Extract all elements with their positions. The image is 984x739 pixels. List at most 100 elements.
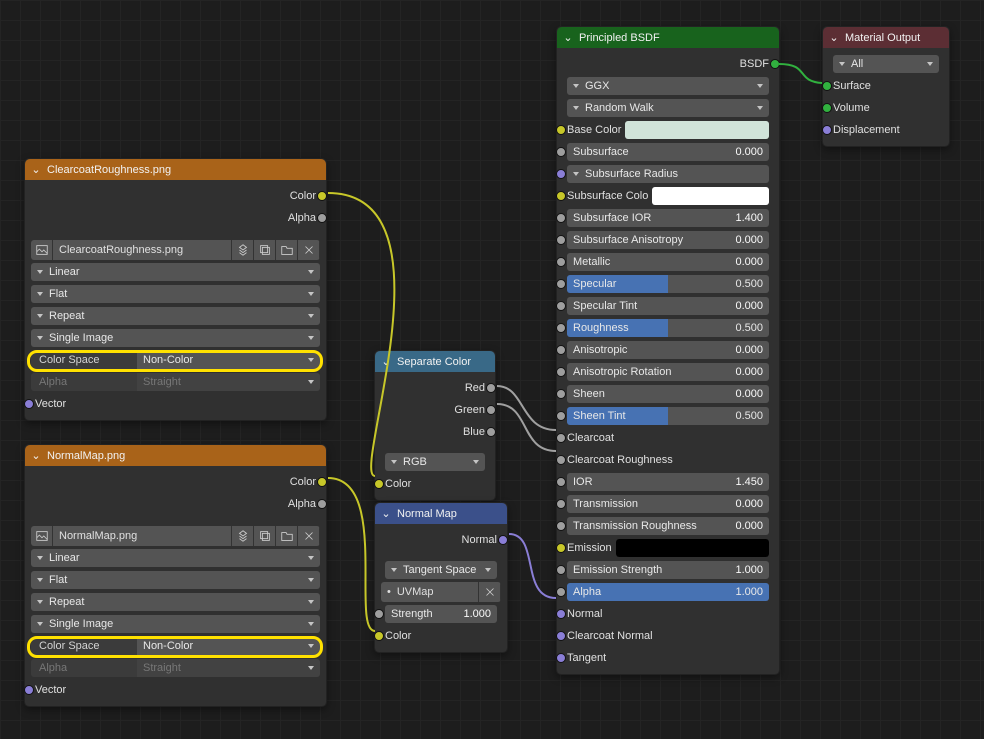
input-subsurface-ior[interactable]: Subsurface IOR1.400 [567, 209, 769, 227]
base-color-swatch[interactable] [625, 121, 769, 139]
fake-user-icon[interactable] [232, 240, 254, 260]
socket-base-color[interactable] [556, 125, 566, 135]
node-header[interactable]: ⌄ Material Output [823, 27, 949, 48]
input-transmission[interactable]: Transmission0.000 [567, 495, 769, 513]
input-emission[interactable]: Emission [561, 538, 775, 558]
image-browse-icon[interactable] [31, 240, 53, 260]
output-color[interactable]: Color [29, 472, 322, 492]
input-base-color[interactable]: Base Color [561, 120, 775, 140]
fake-user-icon[interactable] [232, 526, 254, 546]
dropdown-mode[interactable]: RGB [385, 453, 485, 471]
emission-swatch[interactable] [616, 539, 769, 557]
dropdown-distribution[interactable]: GGX [567, 77, 769, 95]
new-image-icon[interactable] [254, 526, 276, 546]
dropdown-projection[interactable]: Flat [31, 571, 320, 589]
node-title: Principled BSDF [579, 32, 660, 44]
node-title: NormalMap.png [47, 450, 125, 462]
dropdown-source[interactable]: Single Image [31, 329, 320, 347]
dropdown-sss-method[interactable]: Random Walk [567, 99, 769, 117]
input-aniso-rot[interactable]: Anisotropic Rotation0.000 [567, 363, 769, 381]
dropdown-alphamode: Alpha Straight [29, 372, 322, 392]
output-green[interactable]: Green [379, 400, 491, 420]
node-header[interactable]: ⌄ Principled BSDF [557, 27, 779, 48]
image-browse-icon[interactable] [31, 526, 53, 546]
node-header[interactable]: ⌄ Normal Map [375, 503, 507, 524]
dropdown-interpolation[interactable]: Linear [31, 549, 320, 567]
input-ior[interactable]: IOR1.450 [567, 473, 769, 491]
output-blue[interactable]: Blue [379, 422, 491, 442]
node-principled-bsdf[interactable]: ⌄ Principled BSDF BSDF GGX Random Walk B… [556, 26, 780, 675]
dropdown-projection[interactable]: Flat [31, 285, 320, 303]
input-vector[interactable]: Vector [29, 680, 322, 700]
unlink-icon[interactable] [298, 526, 320, 546]
open-image-icon[interactable] [276, 240, 298, 260]
output-color[interactable]: Color [29, 186, 322, 206]
node-separate-color[interactable]: ⌄ Separate Color Red Green Blue RGB Colo… [374, 350, 496, 501]
chevron-down-icon: ⌄ [381, 507, 391, 520]
image-datablock-toolbar[interactable]: NormalMap.png [31, 526, 320, 546]
input-specular-tint[interactable]: Specular Tint0.000 [567, 297, 769, 315]
socket-bsdf-out[interactable] [770, 59, 780, 69]
image-name-input[interactable]: ClearcoatRoughness.png [53, 240, 232, 260]
image-name-input[interactable]: NormalMap.png [53, 526, 232, 546]
input-sheen-tint[interactable]: Sheen Tint0.500 [567, 407, 769, 425]
node-header[interactable]: ⌄ NormalMap.png [25, 445, 326, 466]
dropdown-extension[interactable]: Repeat [31, 593, 320, 611]
input-metallic[interactable]: Metallic0.000 [567, 253, 769, 271]
node-image-texture-clearcoat[interactable]: ⌄ ClearcoatRoughness.png Color Alpha Cle… [24, 158, 327, 421]
dropdown-source[interactable]: Single Image [31, 615, 320, 633]
input-volume[interactable]: Volume [827, 98, 945, 118]
output-alpha[interactable]: Alpha [29, 208, 322, 228]
input-tangent[interactable]: Tangent [561, 648, 775, 668]
input-vector[interactable]: Vector [29, 394, 322, 414]
chevron-down-icon: ⌄ [563, 31, 573, 44]
node-material-output[interactable]: ⌄ Material Output All Surface Volume Dis… [822, 26, 950, 147]
new-image-icon[interactable] [254, 240, 276, 260]
input-trans-rough[interactable]: Transmission Roughness0.000 [567, 517, 769, 535]
input-clearcoat-roughness[interactable]: Clearcoat Roughness [561, 450, 775, 470]
input-surface[interactable]: Surface [827, 76, 945, 96]
output-bsdf[interactable]: BSDF [561, 54, 775, 74]
input-emission-strength[interactable]: Emission Strength1.000 [567, 561, 769, 579]
subsurface-color-swatch[interactable] [652, 187, 769, 205]
node-header[interactable]: ⌄ Separate Color [375, 351, 495, 372]
input-color[interactable]: Color [379, 626, 503, 646]
input-roughness[interactable]: Roughness0.500 [567, 319, 769, 337]
input-displacement[interactable]: Displacement [827, 120, 945, 140]
input-subsurface[interactable]: Subsurface0.000 [561, 142, 775, 162]
dropdown-target[interactable]: All [833, 55, 939, 73]
chevron-down-icon: ⌄ [31, 163, 41, 176]
output-normal[interactable]: Normal [379, 530, 503, 550]
input-normal[interactable]: Normal [561, 604, 775, 624]
input-strength[interactable]: Strength1.000 [379, 604, 503, 624]
unlink-icon[interactable] [298, 240, 320, 260]
dropdown-colorspace[interactable]: Color Space Non-Color [29, 636, 322, 656]
output-alpha[interactable]: Alpha [29, 494, 322, 514]
node-title: Material Output [845, 32, 920, 44]
input-sheen[interactable]: Sheen0.000 [567, 385, 769, 403]
node-image-texture-normal[interactable]: ⌄ NormalMap.png Color Alpha NormalMap.pn… [24, 444, 327, 707]
node-normal-map[interactable]: ⌄ Normal Map Normal Tangent Space •UVMap… [374, 502, 508, 653]
output-red[interactable]: Red [379, 378, 491, 398]
input-subsurface-radius[interactable]: Subsurface Radius [561, 164, 775, 184]
input-anisotropic[interactable]: Anisotropic0.000 [567, 341, 769, 359]
input-clearcoat[interactable]: Clearcoat [561, 428, 775, 448]
node-title: ClearcoatRoughness.png [47, 164, 171, 176]
input-subsurface-color[interactable]: Subsurface Colo [561, 186, 775, 206]
node-title: Normal Map [397, 508, 457, 520]
input-color[interactable]: Color [379, 474, 491, 494]
dropdown-extension[interactable]: Repeat [31, 307, 320, 325]
input-alpha[interactable]: Alpha1.000 [567, 583, 769, 601]
image-datablock-toolbar[interactable]: ClearcoatRoughness.png [31, 240, 320, 260]
chevron-down-icon: ⌄ [381, 355, 391, 368]
dropdown-colorspace[interactable]: Color Space Non-Color [29, 350, 322, 370]
input-clearcoat-normal[interactable]: Clearcoat Normal [561, 626, 775, 646]
dropdown-interpolation[interactable]: Linear [31, 263, 320, 281]
dropdown-space[interactable]: Tangent Space [385, 561, 497, 579]
node-header[interactable]: ⌄ ClearcoatRoughness.png [25, 159, 326, 180]
input-sss-aniso[interactable]: Subsurface Anisotropy0.000 [567, 231, 769, 249]
input-specular[interactable]: Specular0.500 [567, 275, 769, 293]
clear-icon[interactable] [479, 582, 501, 602]
open-image-icon[interactable] [276, 526, 298, 546]
uvmap-selector[interactable]: •UVMap [381, 582, 501, 602]
